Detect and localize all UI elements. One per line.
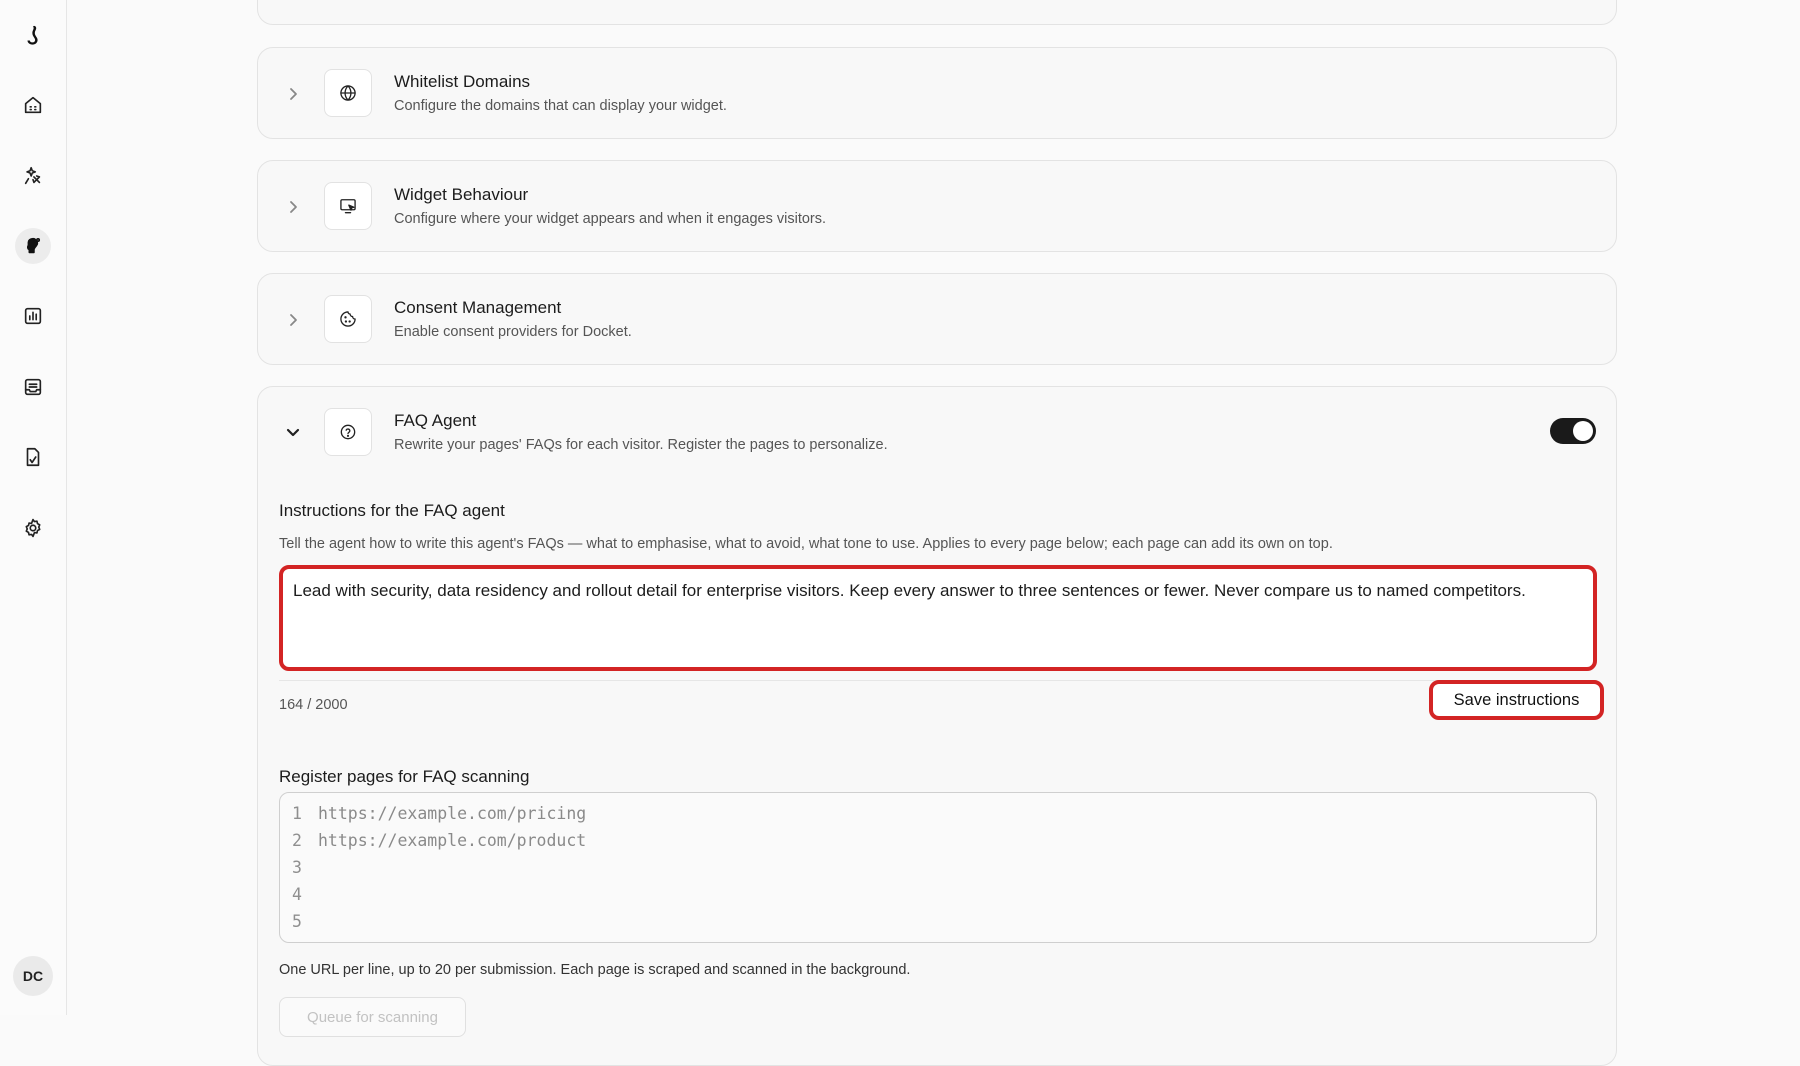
card-description: Configure where your widget appears and … — [394, 211, 827, 227]
code-line: 3 — [292, 858, 302, 877]
queue-for-scanning-button[interactable]: Queue for scanning — [279, 997, 466, 1037]
monitor-cursor-icon — [324, 182, 372, 230]
instructions-help-text: Tell the agent how to write this agent's… — [279, 536, 1333, 552]
brand-logo-icon[interactable] — [15, 17, 51, 53]
card-title: Whitelist Domains — [394, 72, 531, 91]
globe-icon — [324, 69, 372, 117]
register-pages-heading: Register pages for FAQ scanning — [279, 767, 530, 786]
faq-agent-toggle[interactable] — [1550, 418, 1596, 444]
instructions-heading: Instructions for the FAQ agent — [279, 501, 505, 520]
card-description: Rewrite your pages' FAQs for each visito… — [394, 437, 888, 453]
register-pages-footnote: One URL per line, up to 20 per submissio… — [279, 962, 911, 978]
instructions-textarea[interactable]: Lead with security, data residency and r… — [279, 565, 1597, 671]
card-title: Widget Behaviour — [394, 185, 529, 204]
character-counter: 164 / 2000 — [279, 697, 348, 713]
chevron-right-icon[interactable] — [284, 85, 302, 103]
card-description: Enable consent providers for Docket. — [394, 324, 632, 340]
card-title: Consent Management — [394, 298, 562, 317]
cookie-icon — [324, 295, 372, 343]
home-icon[interactable] — [15, 87, 51, 123]
save-instructions-button[interactable]: Save instructions — [1429, 680, 1604, 720]
card-title: FAQ Agent — [394, 411, 477, 430]
chevron-down-icon[interactable] — [284, 423, 302, 441]
sidebar: DC — [0, 0, 67, 1015]
chevron-right-icon[interactable] — [284, 198, 302, 216]
card-description: Configure the domains that can display y… — [394, 98, 727, 114]
code-line: 5 — [292, 912, 302, 931]
agent-icon[interactable] — [15, 228, 51, 264]
chevron-right-icon[interactable] — [284, 311, 302, 329]
register-pages-input[interactable]: 1 https://example.com/pricing 2 https://ex… — [279, 792, 1597, 943]
card-consent-management[interactable]: Consent Management Enable consent provid… — [257, 273, 1617, 365]
instructions-value[interactable]: Lead with security, data residency and r… — [283, 569, 1593, 667]
help-circle-icon — [324, 408, 372, 456]
code-line: 1 https://example.com/pricing — [292, 804, 587, 823]
card-faq-agent: FAQ Agent Rewrite your pages' FAQs for e… — [257, 386, 1617, 1066]
card-whitelist-domains[interactable]: Whitelist Domains Configure the domains … — [257, 47, 1617, 139]
code-line: 2 https://example.com/product — [292, 831, 587, 850]
document-icon[interactable] — [15, 439, 51, 475]
inbox-icon[interactable] — [15, 369, 51, 405]
toggle-knob — [1573, 421, 1593, 441]
code-line: 4 — [292, 885, 302, 904]
avatar[interactable]: DC — [13, 956, 53, 996]
divider — [279, 680, 1597, 681]
sparkle-rocket-icon[interactable] — [15, 158, 51, 194]
previous-card — [257, 0, 1617, 25]
card-widget-behaviour[interactable]: Widget Behaviour Configure where your wi… — [257, 160, 1617, 252]
settings-icon[interactable] — [15, 510, 51, 546]
analytics-icon[interactable] — [15, 298, 51, 334]
